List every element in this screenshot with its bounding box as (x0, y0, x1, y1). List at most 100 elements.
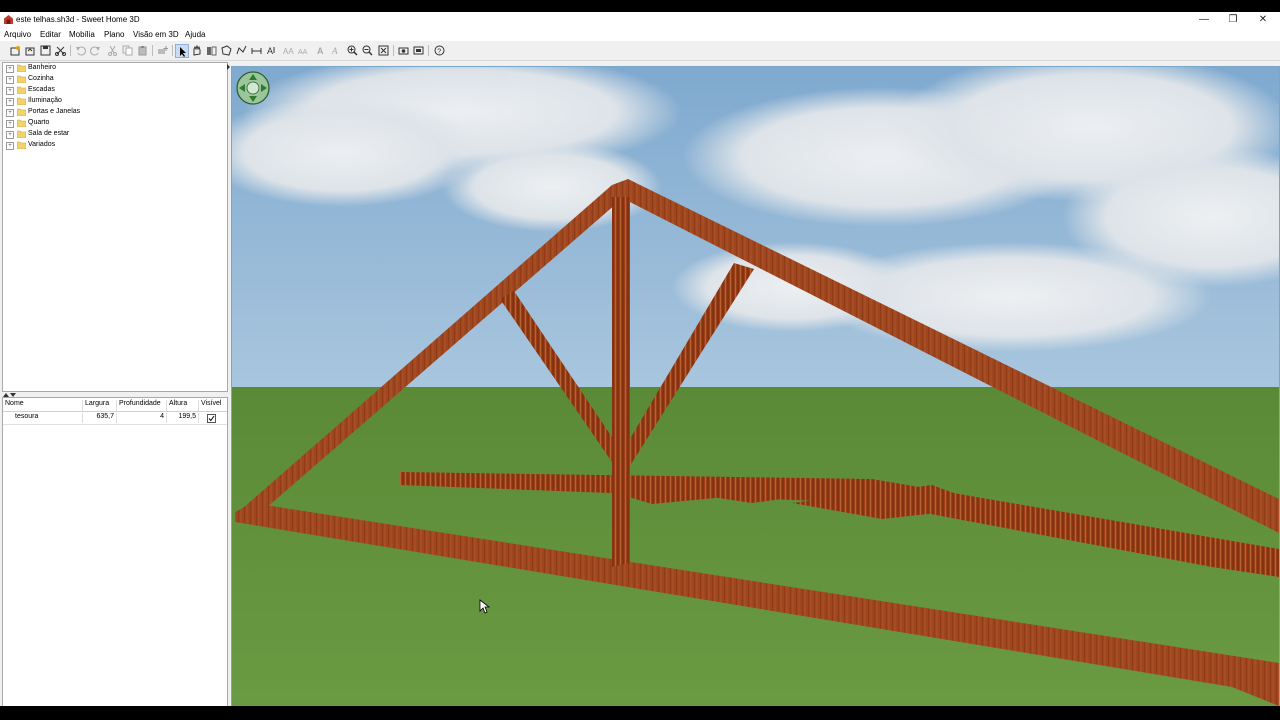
select-icon[interactable] (175, 44, 189, 58)
copy-icon[interactable] (121, 44, 134, 57)
new-home-icon[interactable] (9, 44, 22, 57)
pan-icon[interactable] (190, 44, 203, 57)
catalog-category-label: Variados (28, 141, 56, 148)
folder-icon (17, 130, 26, 138)
column-header-nome[interactable]: Nome (3, 400, 83, 411)
menu-plano[interactable]: Plano (104, 30, 124, 39)
italic-text-icon[interactable]: A (329, 44, 342, 57)
furniture-catalog-tree: + Banheiro + Cozinha + Escadas + Ilumina… (2, 62, 228, 392)
expand-icon[interactable]: + (6, 131, 14, 139)
svg-text:A: A (317, 46, 324, 56)
expand-icon[interactable]: + (6, 65, 14, 73)
close-button[interactable]: ✕ (1249, 13, 1277, 26)
row-divider (3, 424, 227, 425)
visible-checkbox[interactable] (207, 414, 216, 423)
cell-visible (199, 413, 225, 423)
zoom-in-icon[interactable] (346, 44, 359, 57)
open-icon[interactable] (24, 44, 37, 57)
create-photo-icon[interactable] (377, 44, 390, 57)
catalog-category-label: Escadas (28, 86, 55, 93)
cell-height: 199,5 (167, 413, 199, 423)
create-rooms-icon[interactable] (220, 44, 233, 57)
3d-scene[interactable] (232, 67, 1279, 706)
folder-icon (17, 108, 26, 116)
menu-arquivo[interactable]: Arquivo (4, 30, 31, 39)
catalog-category-banheiro[interactable]: + Banheiro (3, 63, 223, 74)
catalog-category-sala-estar[interactable]: + Sala de estar (3, 129, 223, 140)
create-labels-icon[interactable]: A (265, 44, 278, 57)
create-video-icon[interactable] (397, 44, 410, 57)
catalog-category-label: Iluminação (28, 97, 62, 104)
catalog-category-quarto[interactable]: + Quarto (3, 118, 223, 129)
app-window: este telhas.sh3d - Sweet Home 3D — ❐ ✕ A… (0, 12, 1280, 718)
svg-text:A: A (331, 46, 338, 56)
menu-visao-3d[interactable]: Visão em 3D (133, 30, 179, 39)
svg-text:AA: AA (283, 47, 294, 56)
column-header-visivel[interactable]: Visível (199, 400, 225, 411)
cell-width: 635,7 (83, 413, 117, 423)
expand-icon[interactable]: + (6, 87, 14, 95)
paste-icon[interactable] (136, 44, 149, 57)
3d-view[interactable] (231, 66, 1280, 707)
expand-icon[interactable]: + (6, 120, 14, 128)
expand-icon[interactable]: + (6, 76, 14, 84)
expand-icon[interactable]: + (6, 98, 14, 106)
toolbar-separator (393, 45, 394, 56)
redo-icon[interactable] (89, 44, 102, 57)
column-header-largura[interactable]: Largura (83, 400, 117, 411)
toolbar-separator (152, 45, 153, 56)
furniture-list-table: Nome Largura Profundidade Altura Visível… (2, 397, 228, 718)
create-walls-icon[interactable] (205, 44, 218, 57)
decrease-text-icon[interactable]: AA (297, 44, 310, 57)
navigation-arrows-icon[interactable] (236, 71, 270, 105)
catalog-category-label: Quarto (28, 119, 50, 126)
import-icon[interactable] (412, 44, 425, 57)
catalog-category-label: Portas e Janelas (28, 108, 81, 115)
add-furniture-icon[interactable] (156, 44, 169, 57)
undo-icon[interactable] (74, 44, 87, 57)
cut-preferences-icon[interactable] (54, 44, 67, 57)
splitter-arrows-icon[interactable] (227, 62, 230, 78)
column-header-altura[interactable]: Altura (167, 400, 199, 411)
menu-ajuda[interactable]: Ajuda (185, 30, 205, 39)
vertical-splitter[interactable] (227, 62, 230, 716)
menu-editar[interactable]: Editar (40, 30, 61, 39)
catalog-category-escadas[interactable]: + Escadas (3, 85, 223, 96)
save-icon[interactable] (39, 44, 52, 57)
menu-mobilia[interactable]: Mobília (69, 30, 95, 39)
svg-text:A: A (267, 46, 273, 56)
screen-bottom-bar (0, 706, 1280, 720)
sweet-home-app-icon (4, 15, 13, 24)
menu-bar: Arquivo Editar Mobília Plano Visão em 3D… (0, 28, 1280, 41)
catalog-category-portas-janelas[interactable]: + Portas e Janelas (3, 107, 223, 118)
maximize-button[interactable]: ❐ (1219, 13, 1247, 26)
svg-text:?: ? (437, 49, 441, 56)
catalog-category-cozinha[interactable]: + Cozinha (3, 74, 223, 85)
expand-icon[interactable]: + (6, 109, 14, 117)
zoom-out-icon[interactable] (361, 44, 374, 57)
catalog-category-label: Sala de estar (28, 130, 70, 137)
catalog-category-iluminacao[interactable]: + Iluminação (3, 96, 223, 107)
column-header-profundidade[interactable]: Profundidade (117, 400, 167, 411)
create-polylines-icon[interactable] (235, 44, 248, 57)
toolbar-separator (172, 45, 173, 56)
header-divider (3, 411, 227, 412)
create-dimensions-icon[interactable] (250, 44, 263, 57)
window-title: este telhas.sh3d - Sweet Home 3D (16, 15, 140, 24)
cut-icon[interactable] (106, 44, 119, 57)
toolbar: A AA AA A A ? (0, 41, 1280, 61)
catalog-category-label: Cozinha (28, 75, 54, 82)
expand-icon[interactable]: + (6, 142, 14, 150)
bold-text-icon[interactable]: A (314, 44, 327, 57)
toolbar-separator (428, 45, 429, 56)
minimize-button[interactable]: — (1190, 13, 1218, 26)
svg-text:AA: AA (298, 49, 308, 56)
help-icon[interactable]: ? (433, 44, 446, 57)
toolbar-separator (70, 45, 71, 56)
cell-depth: 4 (117, 413, 167, 423)
cell-name: tesoura (3, 413, 83, 423)
catalog-category-variados[interactable]: + Variados (3, 140, 223, 151)
folder-icon (17, 119, 26, 127)
folder-icon (17, 64, 26, 72)
increase-text-icon[interactable]: AA (282, 44, 295, 57)
